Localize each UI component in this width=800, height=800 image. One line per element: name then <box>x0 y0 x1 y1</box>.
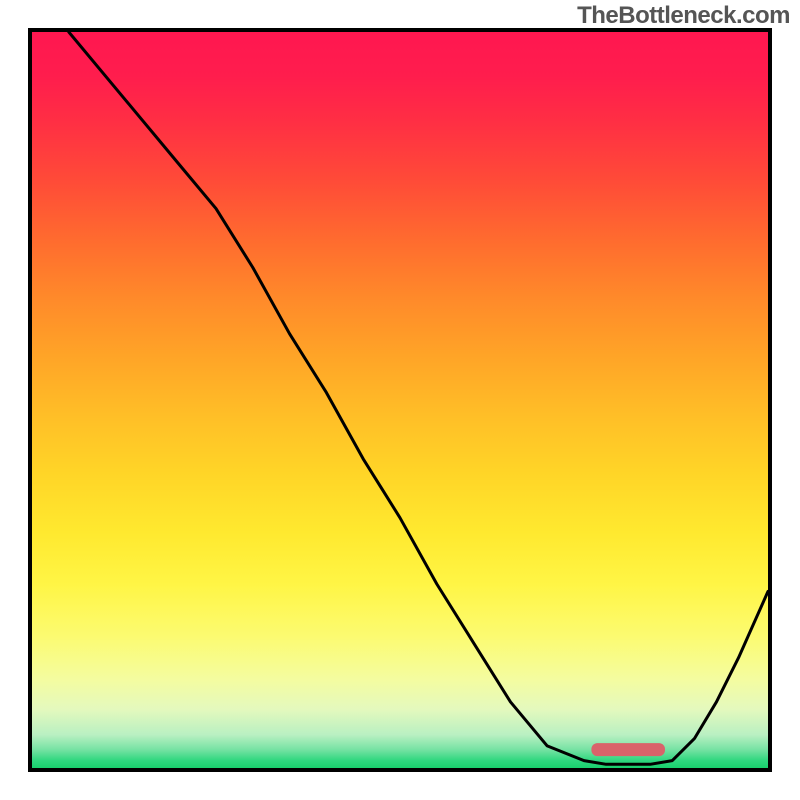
background-rect <box>32 32 768 768</box>
chart-container: TheBottleneck.com <box>0 0 800 800</box>
plot-svg <box>32 32 768 768</box>
plot-frame <box>28 28 772 772</box>
optimal-range-marker <box>591 743 665 756</box>
watermark-text: TheBottleneck.com <box>577 2 790 30</box>
